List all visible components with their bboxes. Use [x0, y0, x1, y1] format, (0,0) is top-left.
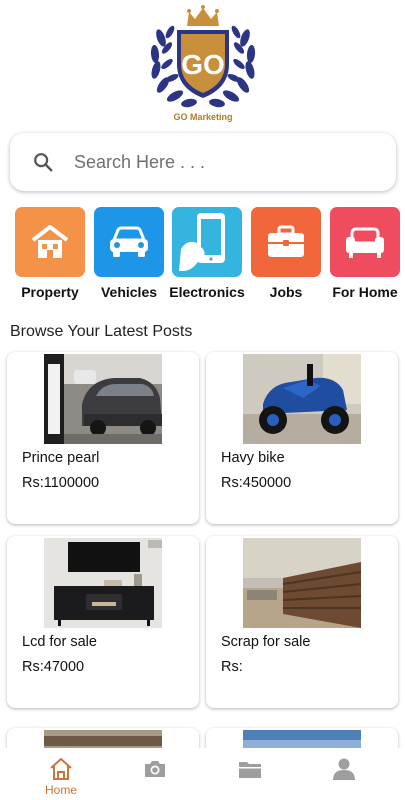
- briefcase-icon: [268, 225, 304, 257]
- car-icon: [110, 226, 148, 257]
- category-property[interactable]: Property: [15, 207, 85, 300]
- nav-profile[interactable]: [314, 756, 374, 782]
- search-input[interactable]: [74, 147, 374, 177]
- app-screen: GO GO Marketing Property: [0, 0, 405, 800]
- house-icon: [31, 225, 69, 258]
- post-price: Rs:1100000: [22, 475, 100, 491]
- category-label: Vehicles: [100, 284, 158, 300]
- nav-posts[interactable]: [220, 756, 280, 782]
- category-tile[interactable]: [15, 207, 85, 277]
- nav-home-label: Home: [44, 783, 77, 797]
- bike-photo: [243, 354, 361, 444]
- category-for-home[interactable]: For Home: [330, 207, 400, 300]
- post-image[interactable]: [44, 538, 162, 628]
- post-card[interactable]: Prince pearl Rs:1100000: [7, 352, 199, 524]
- folder-icon: [239, 762, 261, 778]
- profile-icon: [333, 758, 355, 780]
- car-photo: [44, 354, 162, 444]
- search-bar[interactable]: [10, 133, 396, 191]
- category-vehicles[interactable]: Vehicles: [94, 207, 164, 300]
- post-title: Havy bike: [221, 450, 285, 466]
- post-card[interactable]: Havy bike Rs:450000: [206, 352, 398, 524]
- section-title: Browse Your Latest Posts: [10, 323, 193, 340]
- bottom-navigation: Home: [0, 748, 405, 800]
- category-jobs[interactable]: Jobs: [251, 207, 321, 300]
- logo-monogram: GO: [181, 49, 225, 80]
- category-electronics[interactable]: Electronics: [169, 207, 245, 300]
- tv-unit-photo: [44, 538, 162, 628]
- nav-camera[interactable]: [125, 756, 185, 782]
- post-image[interactable]: [243, 538, 361, 628]
- category-tile[interactable]: [330, 207, 400, 277]
- post-title: Lcd for sale: [22, 634, 97, 650]
- scrap-photo: [243, 538, 361, 628]
- post-price: Rs:: [221, 659, 243, 675]
- post-card[interactable]: Lcd for sale Rs:47000: [7, 536, 199, 708]
- category-label: For Home: [332, 284, 398, 300]
- sofa-icon: [346, 227, 384, 258]
- post-price: Rs:47000: [22, 659, 85, 675]
- category-label: Electronics: [169, 284, 245, 300]
- search-icon: [34, 153, 53, 172]
- nav-home[interactable]: Home: [31, 756, 91, 797]
- phone-icon: [179, 213, 225, 271]
- post-title: Scrap for sale: [221, 634, 311, 650]
- post-card[interactable]: Scrap for sale Rs:: [206, 536, 398, 708]
- home-icon: [50, 758, 72, 780]
- post-image[interactable]: [243, 354, 361, 444]
- laurel-crown-emblem: GO: [150, 5, 256, 108]
- category-tile[interactable]: [172, 207, 242, 277]
- post-image[interactable]: [44, 354, 162, 444]
- camera-icon: [145, 761, 165, 777]
- category-tile[interactable]: [94, 207, 164, 277]
- brand-name: GO Marketing: [173, 112, 233, 122]
- brand-logo: GO GO Marketing: [147, 4, 259, 126]
- category-tile[interactable]: [251, 207, 321, 277]
- category-label: Property: [21, 284, 79, 300]
- category-label: Jobs: [269, 284, 303, 300]
- post-title: Prince pearl: [22, 450, 100, 466]
- post-price: Rs:450000: [221, 475, 292, 491]
